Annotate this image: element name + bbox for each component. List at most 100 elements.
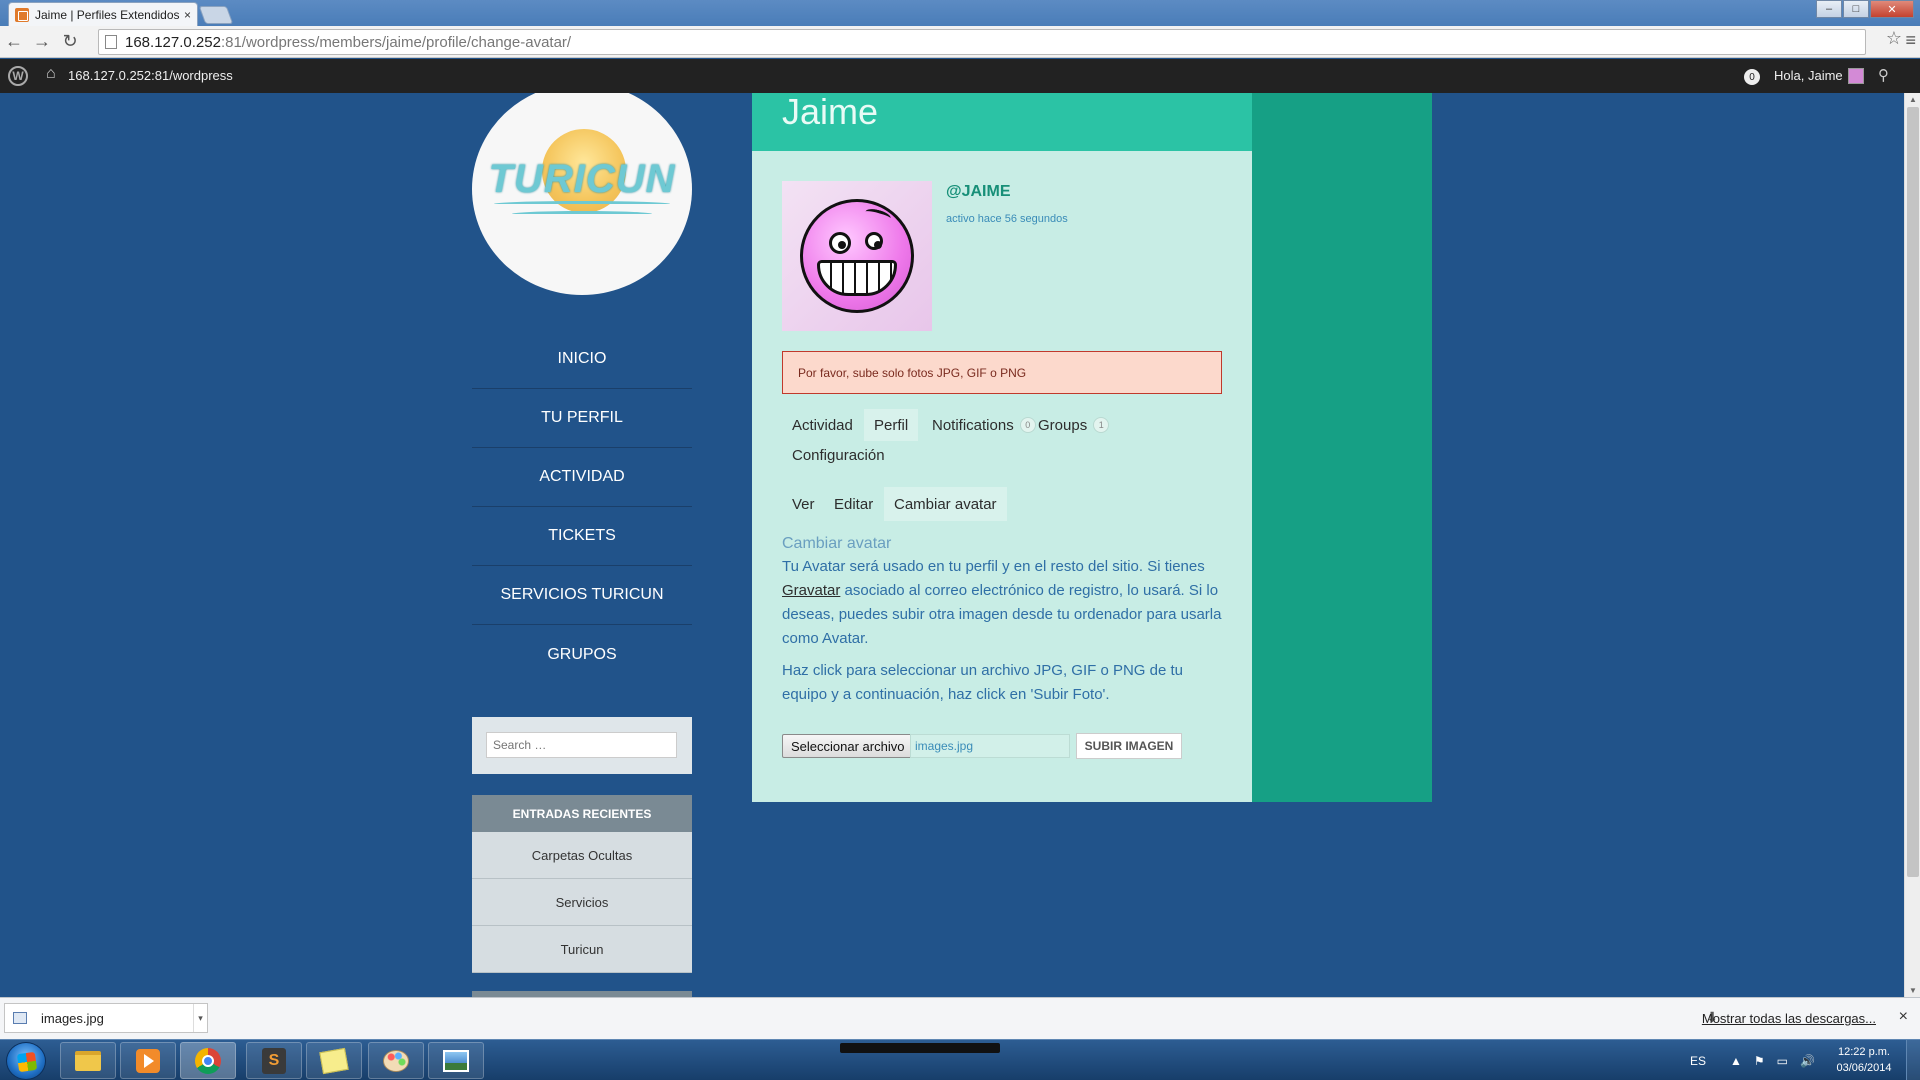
eye-icon	[829, 232, 851, 254]
nav-item-actividad[interactable]: ACTIVIDAD	[472, 448, 692, 507]
sticky-notes-icon	[319, 1047, 349, 1074]
minimize-button[interactable]: –	[1816, 0, 1842, 18]
choose-file-button[interactable]: Seleccionar archivo	[782, 734, 914, 758]
show-hidden-icons-icon[interactable]: ▲	[1730, 1054, 1742, 1068]
show-all-downloads-link[interactable]: Mostrar todas las descargas...	[1702, 1011, 1876, 1026]
home-icon[interactable]: ⌂	[46, 65, 56, 83]
error-message: Por favor, sube solo fotos JPG, GIF o PN…	[782, 351, 1222, 394]
language-indicator[interactable]: ES	[1690, 1054, 1706, 1068]
page-title: Jaime	[782, 93, 879, 132]
show-desktop-button[interactable]	[1906, 1040, 1920, 1080]
nav-item-tickets[interactable]: TICKETS	[472, 507, 692, 566]
logo-text: TURICUN	[488, 157, 676, 201]
nav-item-grupos[interactable]: GRUPOS	[472, 625, 692, 684]
system-tray: ES ▲ ⚑ ▭ 🔊	[1690, 1040, 1827, 1080]
nav-item-inicio[interactable]: INICIO	[472, 330, 692, 389]
tab-title: Jaime | Perfiles Extendidos	[35, 7, 180, 22]
close-download-shelf-icon[interactable]: ×	[1899, 1008, 1908, 1026]
account-avatar[interactable]	[1848, 68, 1864, 84]
taskbar-chrome[interactable]	[180, 1042, 236, 1079]
browser-toolbar: ← → ↻ 168.127.0.252:81/wordpress/members…	[0, 26, 1920, 58]
admin-search-icon[interactable]: ⚲	[1878, 66, 1889, 84]
search-widget	[472, 717, 692, 774]
recent-post-link[interactable]: Servicios	[472, 879, 692, 926]
upload-image-button[interactable]: SUBIR IMAGEN	[1076, 733, 1182, 759]
tab-groups[interactable]: Groups 1	[1028, 409, 1119, 441]
profile-username: @JAIME	[946, 183, 1011, 200]
recent-post-link[interactable]: Turicun	[472, 926, 692, 973]
profile-content: @JAIME activo hace 56 segundos Por favor…	[752, 151, 1252, 802]
back-button[interactable]: ←	[0, 28, 28, 56]
volume-icon[interactable]: 🔊	[1800, 1054, 1815, 1068]
window-controls: – □ ✕	[1815, 0, 1914, 18]
upload-form: Seleccionar archivo images.jpg SUBIR IMA…	[782, 733, 1222, 759]
selected-file-name: images.jpg	[910, 734, 1070, 758]
download-menu-icon[interactable]: ▾	[193, 1004, 207, 1032]
tab-label: Perfil	[874, 416, 909, 434]
profile-subtabs: Ver Editar Cambiar avatar	[782, 487, 1222, 521]
subtab-cambiar-avatar[interactable]: Cambiar avatar	[884, 487, 1007, 521]
action-center-flag-icon[interactable]: ⚑	[1754, 1054, 1765, 1068]
chrome-icon	[195, 1047, 221, 1074]
start-button[interactable]	[6, 1042, 46, 1080]
search-input[interactable]	[486, 732, 677, 758]
browser-menu-icon[interactable]: ≡	[1905, 30, 1916, 51]
taskbar-sublime[interactable]: S	[246, 1042, 302, 1079]
media-player-icon	[136, 1048, 160, 1073]
mouth-icon	[817, 260, 897, 296]
tab-actividad[interactable]: Actividad	[782, 409, 863, 441]
sublime-text-icon: S	[262, 1047, 286, 1074]
tab-configuracion[interactable]: Configuración	[782, 439, 895, 471]
site-logo[interactable]: TURICUN	[472, 93, 692, 295]
tab-label: Actividad	[792, 416, 853, 434]
windows-taskbar: S ES ▲ ⚑ ▭ 🔊 12:22 p.m. 03/06/2014	[0, 1039, 1920, 1080]
browser-titlebar: Jaime | Perfiles Extendidos × – □ ✕	[0, 0, 1920, 26]
notifications-count-badge[interactable]: 0	[1744, 69, 1760, 85]
taskbar-sticky-notes[interactable]	[306, 1042, 362, 1079]
subtab-editar[interactable]: Editar	[824, 487, 883, 521]
maximize-button[interactable]: □	[1843, 0, 1869, 18]
new-tab-button[interactable]	[198, 6, 234, 24]
nav-item-servicios-turicun[interactable]: SERVICIOS TURICUN	[472, 566, 692, 625]
image-file-icon	[13, 1012, 27, 1024]
scroll-down-icon[interactable]: ▼	[1909, 986, 1917, 995]
url-host: 168.127.0.252	[125, 33, 221, 51]
browser-tab[interactable]: Jaime | Perfiles Extendidos ×	[8, 2, 198, 26]
right-column	[1252, 93, 1432, 802]
close-window-button[interactable]: ✕	[1870, 0, 1914, 18]
network-icon[interactable]: ▭	[1777, 1054, 1788, 1068]
system-clock[interactable]: 12:22 p.m. 03/06/2014	[1834, 1044, 1894, 1076]
profile-avatar[interactable]	[782, 181, 932, 331]
site-name-link[interactable]: 168.127.0.252:81/wordpress	[68, 68, 233, 83]
tab-label: Notifications	[932, 416, 1014, 434]
download-item[interactable]: images.jpg ▾	[4, 1003, 208, 1033]
logo-wave-icon	[494, 201, 670, 207]
scroll-thumb[interactable]	[1907, 107, 1919, 877]
tab-perfil[interactable]: Perfil	[864, 409, 919, 441]
bookmark-star-icon[interactable]: ☆	[1886, 28, 1902, 49]
page-icon	[105, 35, 117, 49]
page-scrollbar[interactable]: ▲ ▼	[1904, 93, 1920, 997]
recent-post-link[interactable]: Carpetas Ocultas	[472, 832, 692, 879]
paint-icon	[383, 1049, 409, 1072]
gravatar-link[interactable]: Gravatar	[782, 582, 840, 599]
taskbar-media-player[interactable]	[120, 1042, 176, 1079]
forward-button[interactable]: →	[28, 28, 56, 56]
avatar-description: Tu Avatar será usado en tu perfil y en e…	[782, 555, 1232, 651]
wordpress-logo-icon[interactable]: W	[8, 66, 28, 86]
taskbar-paint[interactable]	[368, 1042, 424, 1079]
address-bar[interactable]: 168.127.0.252:81/wordpress/members/jaime…	[98, 29, 1866, 55]
reload-button[interactable]: ↻	[56, 28, 84, 56]
subtab-ver[interactable]: Ver	[782, 487, 825, 521]
tab-close-icon[interactable]: ×	[184, 8, 191, 22]
tab-label: Configuración	[792, 446, 885, 464]
scroll-up-icon[interactable]: ▲	[1909, 95, 1917, 104]
taskbar-explorer[interactable]	[60, 1042, 116, 1079]
taskbar-photo-viewer[interactable]	[428, 1042, 484, 1079]
description-text: asociado al correo electrónico de regist…	[782, 582, 1222, 647]
recent-posts-list: Carpetas Ocultas Servicios Turicun	[472, 832, 692, 973]
photo-viewer-icon	[443, 1049, 469, 1072]
upload-instructions: Haz click para seleccionar un archivo JP…	[782, 662, 1183, 703]
account-greeting[interactable]: Hola, Jaime	[1774, 68, 1843, 83]
nav-item-tu-perfil[interactable]: TU PERFIL	[472, 389, 692, 448]
